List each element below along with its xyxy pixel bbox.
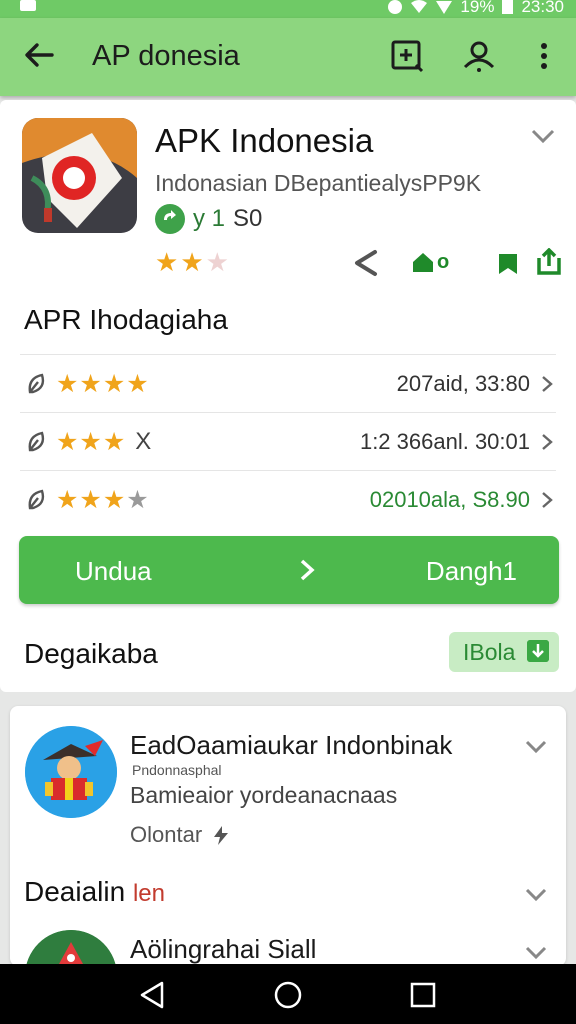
star-rating: ★ ★ ★ ★	[56, 485, 149, 515]
rating-value: 02010ala, S8.90	[369, 486, 530, 512]
app-logo-icon[interactable]	[22, 118, 137, 233]
details-tag: len	[132, 880, 165, 907]
footer-button-label: IBola	[463, 639, 516, 665]
add-box-icon[interactable]	[390, 39, 424, 73]
rating-row[interactable]: ★ ★ ★ ★ 207aid, 33:80	[20, 354, 556, 412]
status-indicators: 19% 23:30	[388, 0, 564, 16]
leaf-icon	[28, 489, 45, 509]
wifi-icon	[411, 0, 428, 13]
nav-home-icon[interactable]	[273, 980, 303, 1010]
bolt-icon	[214, 826, 229, 845]
more-vert-icon[interactable]	[527, 39, 561, 73]
star-icon: ★	[155, 248, 179, 278]
app-bar-title: AP donesia	[92, 40, 240, 72]
star-icon: ★	[56, 368, 79, 398]
nav-recents-icon[interactable]	[408, 980, 438, 1010]
leaf-icon	[28, 431, 45, 451]
ratings-section-title: APR Ihodagiaha	[24, 304, 228, 335]
star-icon: ★	[102, 484, 126, 514]
chevron-right-icon	[300, 559, 315, 581]
rating-row[interactable]: ★ ★ ★ X 1:2 366anl. 30:01	[20, 412, 556, 470]
favorite-label: o	[437, 250, 450, 273]
clock: 23:30	[521, 0, 564, 16]
details-section-title: Deaialin len	[24, 876, 165, 908]
section-heading: Degaikaba	[24, 638, 158, 669]
actions-row: ★ ★ ★ o	[155, 246, 565, 282]
app-star-rating: ★ ★ ★	[155, 248, 229, 278]
star-icon: ★	[102, 426, 126, 456]
star-icon: ★	[79, 368, 102, 398]
sync-icon	[388, 0, 403, 14]
related-app-status: Olontar	[130, 822, 232, 848]
footer-button[interactable]: IBola	[449, 632, 559, 672]
details-title-text: Deaialin	[24, 876, 126, 907]
star-rating: ★ ★ ★ ★	[56, 369, 149, 399]
chevron-down-icon[interactable]	[530, 126, 556, 146]
developer-name[interactable]: Indonasian DBepantiealysPP9K	[155, 170, 481, 197]
chevron-right-icon	[542, 491, 553, 508]
download-label: Undua	[75, 556, 152, 586]
app-name: APK Indonesia	[155, 122, 374, 159]
chevron-down-icon[interactable]	[524, 944, 548, 962]
export-icon[interactable]	[535, 248, 563, 276]
star-icon: ★	[79, 426, 102, 456]
rating-value: 207aid, 33:80	[396, 370, 530, 396]
badge-text: y 1	[193, 205, 226, 232]
rating-row[interactable]: ★ ★ ★ ★ 02010ala, S8.90	[20, 470, 556, 528]
account-icon[interactable]	[462, 39, 496, 73]
battery-icon	[502, 0, 514, 14]
related-app-subtitle: Bamieaior yordeanacnaas	[130, 782, 398, 808]
system-navigation-bar	[0, 964, 576, 1024]
refresh-badge-icon	[155, 204, 185, 234]
badge-number: S0	[233, 205, 263, 232]
chevron-right-icon	[542, 375, 553, 392]
notification-icon	[20, 0, 36, 11]
star-icon: ★	[56, 426, 79, 456]
nav-back-icon[interactable]	[138, 980, 168, 1010]
related-app-avatar	[25, 726, 117, 818]
back-arrow-icon[interactable]	[22, 38, 56, 72]
rating-value: 1:2 366anl. 30:01	[359, 428, 530, 454]
star-icon: ★	[180, 248, 204, 278]
download-icon	[527, 640, 549, 662]
star-icon: ★	[102, 368, 126, 398]
badge-row: y 1 S0	[155, 204, 262, 234]
star-icon: ★	[126, 484, 149, 514]
favorite-button[interactable]: o	[411, 250, 449, 274]
related-app-card[interactable]: EadOaamiaukar Indonbinak Pndonnasphal Ba…	[10, 706, 566, 1022]
related-app-title: EadOaamiaukar Indonbinak	[130, 730, 453, 760]
status-label: Olontar	[130, 822, 203, 847]
star-icon: ★	[126, 368, 149, 398]
star-icon: ★	[56, 484, 79, 514]
app-details-card: APK Indonesia Indonasian DBepantiealysPP…	[0, 100, 576, 692]
bookmark-icon[interactable]	[497, 252, 519, 276]
leaf-icon	[28, 373, 45, 393]
rating-extra: X	[135, 427, 152, 455]
chevron-down-icon[interactable]	[524, 738, 548, 756]
status-bar: 19% 23:30	[0, 0, 576, 18]
star-rating: ★ ★ ★	[56, 427, 125, 457]
chevron-down-icon[interactable]	[524, 886, 548, 904]
share-icon[interactable]	[351, 248, 381, 278]
next-app-title: Aölingrahai Siall	[130, 934, 317, 964]
download-button[interactable]: Undua Dangh1	[19, 536, 559, 604]
star-icon: ★	[205, 248, 229, 278]
download-secondary-label: Dangh1	[425, 556, 517, 586]
chevron-right-icon	[542, 433, 553, 450]
related-app-caption: Pndonnasphal	[132, 762, 222, 778]
star-icon: ★	[79, 484, 102, 514]
signal-icon	[436, 0, 453, 14]
battery-percent: 19%	[460, 0, 495, 16]
app-bar: AP donesia	[0, 18, 576, 96]
home-icon	[413, 253, 433, 272]
